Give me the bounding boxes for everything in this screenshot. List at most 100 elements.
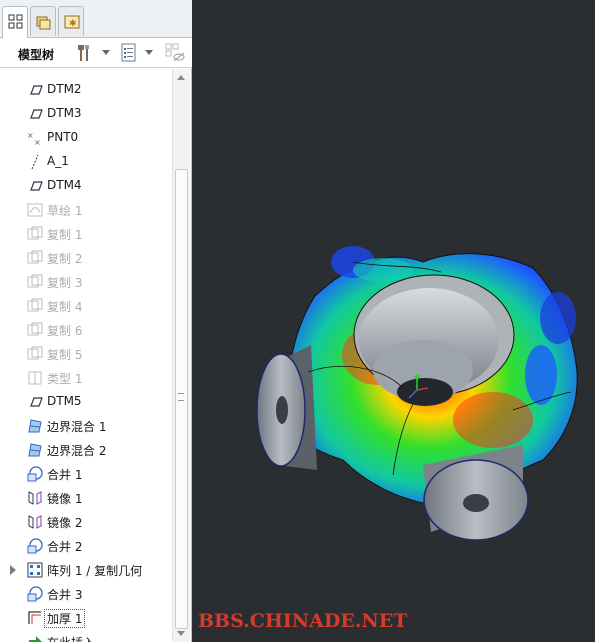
merge-icon [27,586,43,602]
tree-item-label: 在此插入 [47,634,95,642]
tree-item[interactable]: A_1 [0,150,172,174]
tree-item[interactable]: 复制 1 [0,222,172,246]
tree-item[interactable]: 复制 3 [0,270,172,294]
hot-spot-front [453,392,533,448]
tree-item[interactable]: 阵列 1 / 复制几何 [0,558,172,582]
tree-item[interactable]: 复制 5 [0,342,172,366]
front-boss-hole [463,494,489,512]
tree-item-label: PNT0 [47,130,79,144]
model-tree-toolbar: 模型树 [0,38,192,68]
tree-item-label: 镜像 1 [47,492,83,506]
tab-favorites[interactable]: ✱ [58,6,84,36]
tree-item-label: 加厚 1 [43,609,86,628]
datum-plane-icon [27,394,43,410]
tree-item[interactable]: 合并 3 [0,582,172,606]
grid-eye-icon [165,43,185,62]
boundary-blend-icon [27,442,43,458]
model-tree-list: DTM2 DTM3 × × PNT0 A_1 DTM4 草绘 1 复制 1 复制 2 复制 3 复制 … [0,69,172,642]
expand-arrow-icon[interactable] [10,565,16,575]
model-tree-icon [8,14,23,29]
tree-item[interactable]: 合并 2 [0,534,172,558]
datum-plane-icon [27,82,43,98]
tree-item-label: 合并 2 [47,540,83,554]
insert-here-arrow-icon [27,634,43,642]
tree-item[interactable]: 类型 1 [0,366,172,390]
tree-item-label: 复制 2 [47,252,83,266]
show-button[interactable] [118,42,140,64]
tree-item-label: A_1 [47,154,69,168]
funnel-hole [397,378,453,406]
mirror-icon [27,514,43,530]
scroll-up-arrow-icon[interactable] [177,75,185,80]
tree-item-label: 边界混合 2 [47,444,107,458]
copy-icon [27,298,43,314]
merge-icon [27,538,43,554]
copy-icon [27,250,43,266]
tree-item-label: 复制 4 [47,300,83,314]
favorites-icon: ✱ [64,15,80,29]
tree-item[interactable]: 复制 4 [0,294,172,318]
graphics-viewport[interactable] [193,0,595,642]
tree-item-label: 复制 5 [47,348,83,362]
svg-text:×: × [27,131,34,140]
tree-item-label: 复制 6 [47,324,83,338]
tree-item[interactable]: 合并 1 [0,462,172,486]
tree-item[interactable]: 在此插入 [0,630,172,642]
tree-item-label: 边界混合 1 [47,420,107,434]
tree-scrollbar[interactable] [172,69,190,642]
tree-item[interactable]: DTM4 [0,174,172,198]
copy-icon [27,226,43,242]
model-tree-title: 模型树 [18,48,55,62]
settings-button[interactable] [74,42,96,64]
tree-item[interactable]: DTM2 [0,78,172,102]
merge-icon [27,466,43,482]
settings-dropdown-caret[interactable] [102,50,110,55]
folder-browser-icon [36,16,51,30]
copy-icon [27,274,43,290]
tree-item[interactable]: 复制 6 [0,318,172,342]
lobe-right-lower [525,345,557,405]
tree-item[interactable]: DTM3 [0,102,172,126]
tree-item[interactable]: DTM5 [0,390,172,414]
datum-axis-icon [27,154,43,170]
tree-item[interactable]: 复制 2 [0,246,172,270]
copy-icon [27,322,43,338]
tree-item[interactable]: 加厚 1 [0,606,172,630]
tree-item-label: 复制 3 [47,276,83,290]
tree-item[interactable]: 镜像 2 [0,510,172,534]
tree-item[interactable]: 边界混合 2 [0,438,172,462]
tree-item-label: DTM2 [47,82,82,96]
sketch-icon [27,202,43,218]
tree-item-label: DTM4 [47,178,82,192]
list-document-icon [121,43,136,62]
watermark-text: BBS.CHINADE.NET [198,610,408,632]
tree-item-label: 合并 3 [47,588,83,602]
lobe-top-teal [353,258,413,282]
tree-item-label: DTM5 [47,394,82,408]
tree-item[interactable]: 边界混合 1 [0,414,172,438]
triad-y-dot [414,374,420,380]
hide-item-button[interactable] [164,42,186,64]
tree-item-label: 类型 1 [47,372,83,386]
tree-item[interactable]: 草绘 1 [0,198,172,222]
tab-model-tree[interactable] [2,6,28,39]
tab-folder-browser[interactable] [30,6,56,36]
scrollbar-grip-icon [178,393,184,401]
tree-item-label: 复制 1 [47,228,83,242]
model-tree-panel: ✱ 模型树 DTM2 DTM3 × × PNT0 A_1 DTM4 草绘 1 复… [0,0,192,642]
show-dropdown-caret[interactable] [145,50,153,55]
datum-plane-icon [27,106,43,122]
datum-point-icon: × × [27,130,43,147]
tree-item-label: DTM3 [47,106,82,120]
datum-plane-icon [27,178,43,194]
panel-tab-strip: ✱ [0,0,192,39]
mirror-icon [27,490,43,506]
tree-item[interactable]: × × PNT0 [0,126,172,150]
scroll-down-arrow-icon[interactable] [177,631,185,636]
thicken-icon [27,610,43,626]
tree-item-label: 合并 1 [47,468,83,482]
boundary-blend-icon [27,418,43,434]
svg-text:✱: ✱ [69,19,77,29]
tree-item[interactable]: 镜像 1 [0,486,172,510]
model-render[interactable] [193,0,595,642]
